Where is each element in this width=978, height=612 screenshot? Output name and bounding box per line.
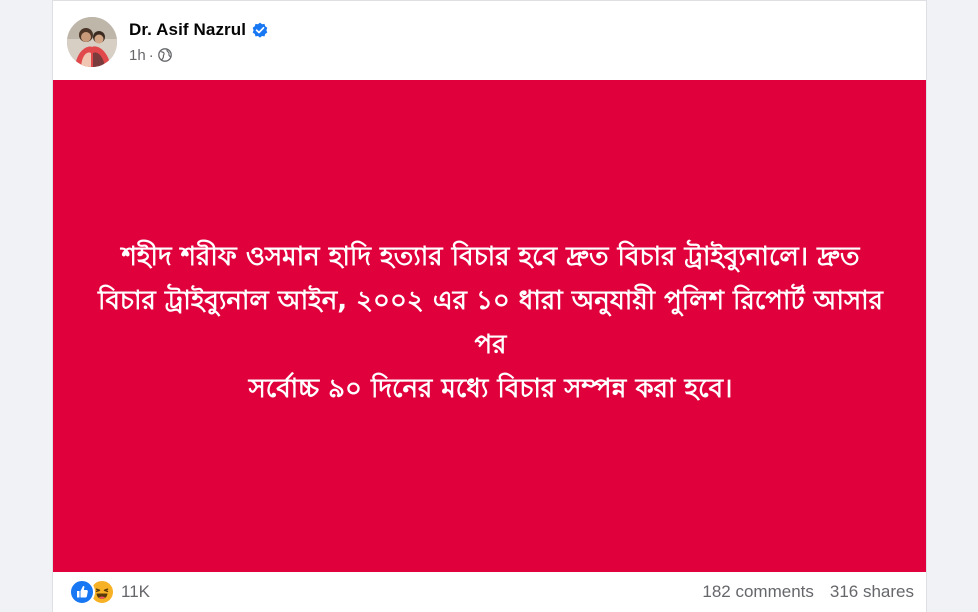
verified-badge-icon [252, 22, 268, 38]
card-top-border [53, 0, 926, 1]
post-time[interactable]: 1h [129, 47, 146, 64]
shares-count[interactable]: 316 shares [830, 582, 914, 602]
post-text-line: সর্বোচ্চ ৯০ দিনের মধ্যে বিচার সম্পন্ন কর… [248, 374, 733, 404]
globe-icon[interactable] [157, 48, 172, 62]
post-text-background: শহীদ শরীফ ওসমান হাদি হত্যার বিচার হবে দ্… [53, 80, 926, 572]
avatar[interactable] [67, 17, 117, 67]
post-footer: 11K 182 comments 316 shares [53, 572, 926, 612]
post-meta: 1h · [129, 44, 268, 66]
author-block: Dr. Asif Nazrul 1h · [129, 18, 268, 66]
author-row: Dr. Asif Nazrul [129, 18, 268, 42]
post-card: Dr. Asif Nazrul 1h · শহীদ শরীফ ওসমান হাদ… [52, 0, 927, 612]
meta-separator: · [148, 46, 154, 64]
post-text-line: শহীদ শরীফ ওসমান হাদি হত্যার বিচার হবে দ্… [121, 242, 860, 272]
post-header: Dr. Asif Nazrul 1h · [67, 16, 268, 68]
author-name[interactable]: Dr. Asif Nazrul [129, 20, 246, 40]
like-icon [69, 579, 95, 605]
post-text: শহীদ শরীফ ওসমান হাদি হত্যার বিচার হবে দ্… [91, 235, 891, 411]
post-stats: 182 comments 316 shares [702, 582, 914, 602]
avatar-photo-icon [67, 17, 117, 67]
comments-count[interactable]: 182 comments [702, 582, 814, 602]
reaction-count[interactable]: 11K [121, 582, 150, 602]
reactions-summary[interactable]: 11K [69, 579, 150, 605]
post-text-line: বিচার ট্রাইব্যুনাল আইন, ২০০২ এর ১০ ধারা … [98, 286, 883, 360]
